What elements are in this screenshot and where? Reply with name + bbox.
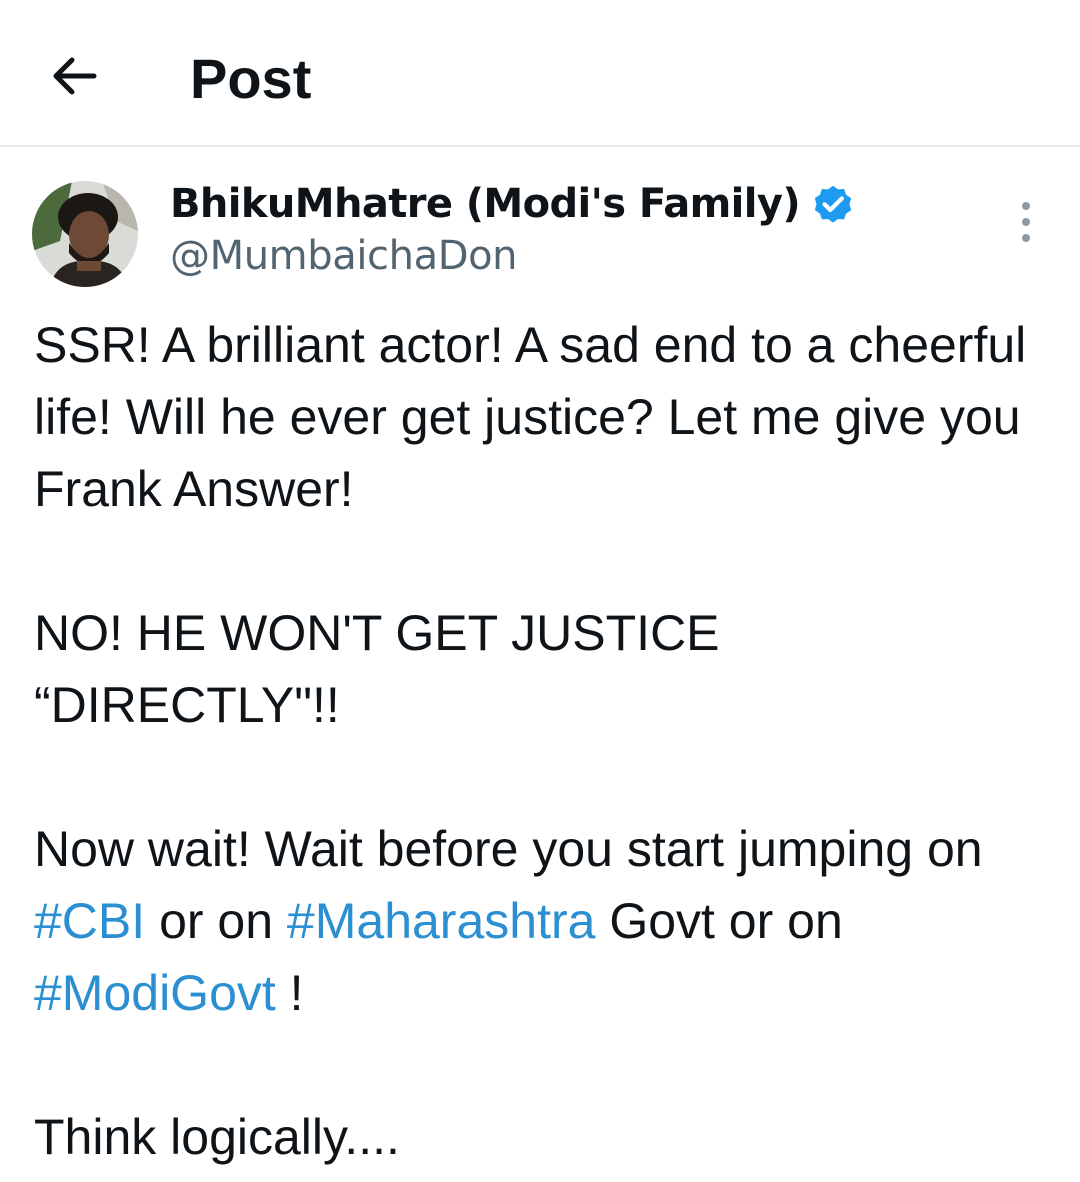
more-options-button[interactable]	[1004, 196, 1048, 248]
tweet-text: SSR! A brilliant actor! A sad end to a c…	[34, 309, 1054, 1173]
page-title: Post	[190, 47, 312, 110]
tweet-text-segment: Now wait! Wait before you start jumping …	[34, 821, 983, 877]
verified-badge-icon	[810, 181, 856, 227]
arrow-left-icon	[53, 57, 97, 95]
avatar[interactable]	[32, 181, 138, 287]
hashtag-link-cbi[interactable]: #CBI	[34, 893, 145, 949]
top-app-bar: Post	[0, 0, 1080, 147]
tweet-text-segment: !	[275, 965, 304, 1021]
tweet-paragraph-2-line-2: “DIRECTLY"!!	[34, 677, 340, 733]
tweet-paragraph-2-line-1: NO! HE WON'T GET JUSTICE	[34, 605, 720, 661]
tweet-text-segment: or on	[145, 893, 287, 949]
author-handle[interactable]: @MumbaichaDon	[170, 233, 518, 279]
hashtag-link-maharashtra[interactable]: #Maharashtra	[287, 893, 596, 949]
more-vertical-icon	[1022, 202, 1030, 242]
tweet-text-segment: Govt or on	[595, 893, 843, 949]
tweet-paragraph-4: Think logically....	[34, 1109, 400, 1165]
hashtag-link-modigovt[interactable]: #ModiGovt	[34, 965, 276, 1021]
tweet-paragraph-1: SSR! A brilliant actor! A sad end to a c…	[34, 317, 1027, 517]
back-button[interactable]	[42, 44, 106, 108]
author-display-name[interactable]: BhikuMhatre (Modi's Family)	[170, 181, 801, 227]
tweet-paragraph-3: Now wait! Wait before you start jumping …	[34, 813, 1054, 1029]
author-name-row: BhikuMhatre (Modi's Family)	[170, 176, 856, 232]
